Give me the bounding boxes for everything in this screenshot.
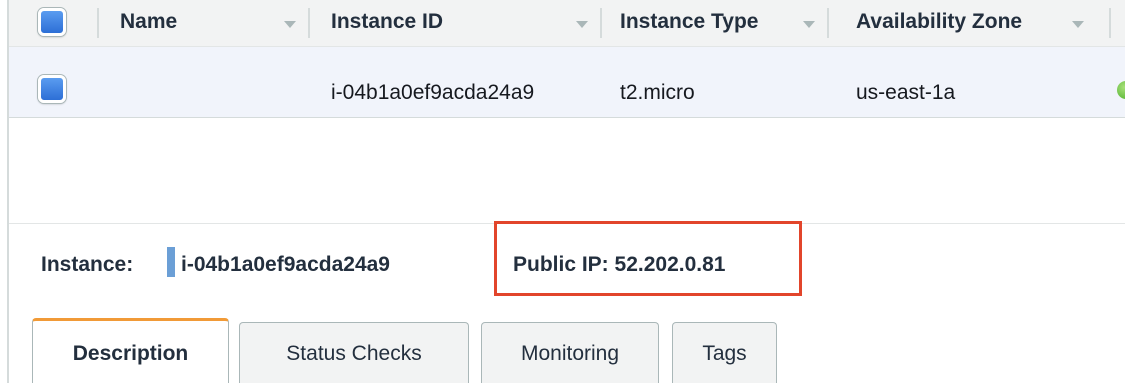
table-header: Name Instance ID Instance Type Availabil…: [9, 0, 1125, 47]
instance-label: Instance:: [41, 253, 134, 276]
instance-color-marker: [167, 247, 175, 277]
row-select-checkbox[interactable]: [38, 75, 66, 103]
availability-zone-cell: us-east-1a: [856, 81, 956, 104]
select-all-checkbox[interactable]: [38, 8, 66, 36]
column-header-label: Availability Zone: [856, 10, 1023, 33]
tab-monitoring[interactable]: Monitoring: [481, 322, 659, 383]
instance-id-cell: i-04b1a0ef9acda24a9: [331, 81, 535, 104]
column-separator[interactable]: [600, 8, 602, 38]
column-separator[interactable]: [827, 8, 829, 38]
tab-tags[interactable]: Tags: [672, 322, 777, 383]
sort-caret-icon[interactable]: [284, 21, 296, 28]
column-header-label: Instance ID: [331, 10, 444, 33]
selected-instance-id: i-04b1a0ef9acda24a9: [181, 253, 390, 276]
column-header-label: Instance Type: [620, 10, 759, 33]
column-separator[interactable]: [1109, 8, 1111, 38]
sort-caret-icon[interactable]: [576, 21, 588, 28]
sort-caret-icon[interactable]: [803, 21, 815, 28]
table-row[interactable]: i-04b1a0ef9acda24a9 t2.micro us-east-1a: [9, 47, 1125, 118]
public-ip: Public IP: 52.202.0.81: [513, 253, 726, 276]
tab-status-checks[interactable]: Status Checks: [239, 322, 469, 383]
column-separator[interactable]: [308, 8, 310, 38]
column-separator[interactable]: [97, 8, 99, 38]
sort-caret-icon[interactable]: [1072, 21, 1084, 28]
tab-description[interactable]: Description: [32, 318, 229, 383]
instance-state-icon: [1117, 81, 1125, 99]
column-header-label: Name: [120, 10, 178, 33]
instance-type-cell: t2.micro: [620, 81, 695, 104]
